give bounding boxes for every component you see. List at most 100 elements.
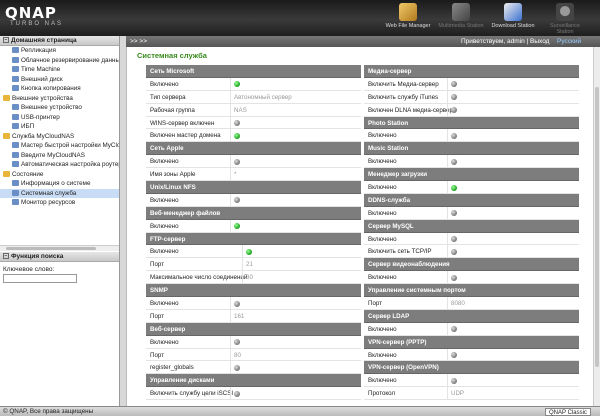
horizontal-scrollbar[interactable] [0,245,119,251]
setting-value: 8080 [451,300,465,308]
setting-row: Порт 8080 [364,297,579,310]
surveillance-station-button[interactable]: Surveillance Station [541,3,589,35]
router-icon [12,161,19,168]
printer-icon [12,113,19,120]
content-top-bar: >> >> Приветствуем, admin | Выход Русски… [126,36,600,47]
tree-item[interactable]: ИБП [0,122,119,132]
column-divider [230,387,231,400]
tree-item[interactable]: USB-принтер [0,113,119,123]
expand-arrows[interactable]: >> >> [130,36,147,47]
device-icon [12,104,19,111]
home-panel-title[interactable]: − Домашняя страница [0,36,119,46]
column-divider [242,258,243,271]
download-station-button[interactable]: Download Station [489,3,537,35]
multimedia-station-button[interactable]: Multimedia Station [437,3,485,35]
collapse-icon[interactable]: − [3,37,9,44]
column-divider [230,361,231,374]
app-label: Surveillance Station [550,23,580,35]
navigation-tree: Репликация Облачное резервирование данных… [0,46,119,251]
setting-row: Протокол UDP [364,387,579,401]
collapse-icon[interactable]: − [3,253,9,260]
tree-item[interactable]: Введите MyCloudNAS [0,151,119,161]
tree-item[interactable]: Информация о системе [0,179,119,189]
tree-item[interactable]: Кнопка копирования [0,84,119,94]
setting-label: Включить службу iTunes [368,93,439,101]
setting-row: Тип сервера Автономный сервер [146,90,361,104]
setting-row: Включить службу iTunes [364,90,579,104]
section-title: Медиа-сервер [368,68,412,75]
setting-label: Рабочая группа [150,106,195,114]
setting-row: Порт 80 [146,348,361,362]
tree-item[interactable]: Системная служба [0,188,119,198]
setting-value: 21 [246,261,253,269]
setting-label: Включено [368,274,397,282]
setting-label: Порт [368,300,383,308]
web-file-manager-button[interactable]: Web File Manager [384,3,432,35]
section-header: VPN-сервер (OpenVPN) [364,361,579,375]
tree-item[interactable]: Time Machine [0,65,119,75]
column-divider [447,297,448,309]
tree-item[interactable]: Монитор ресурсов [0,198,119,208]
setting-value: UDP [451,390,465,398]
column-divider [447,387,448,400]
services-left-column: Сеть Microsoft Включено Тип сервера Автоном… [146,65,361,401]
setting-row: Включено [364,155,579,169]
setting-value: * [234,171,237,179]
tree-item[interactable]: Облачное резервирование данных [0,56,119,66]
setting-row: Порт 21 [146,258,361,272]
status-disabled-icon [234,339,240,346]
column-divider [447,322,448,335]
tree-item-label: ИБП [21,123,35,130]
setting-row: Включено [146,193,361,207]
status-disabled-icon [451,274,457,281]
tree-item[interactable]: Мастер быстрой настройки MyClou [0,141,119,151]
column-divider [230,90,231,103]
greeting-logout[interactable]: Приветствуем, admin | Выход [461,36,549,47]
section-header: Music Station [364,142,579,156]
setting-row: Включить Медиа-сервер [364,77,579,91]
column-divider [230,219,231,232]
status-disabled-icon [451,132,457,139]
column-divider [230,297,231,309]
section-header: Сеть Apple [146,142,361,156]
setting-value: Автономный сервер [234,93,292,101]
tree-item[interactable]: Внешнее устройство [0,103,119,113]
setting-row: Порт 161 [146,309,361,323]
setting-label: Максимальное число соединений [150,274,248,282]
setting-row: Включено [146,155,361,169]
column-divider [447,77,448,90]
setting-row: Включено [146,297,361,310]
keyword-input[interactable] [3,274,77,283]
vertical-scrollbar[interactable] [593,47,600,406]
tree-item-label: Служба MyCloudNAS [12,132,75,140]
tree-item[interactable]: Служба MyCloudNAS [0,132,119,142]
tree-item[interactable]: Внешний диск [0,75,119,85]
tree-item[interactable]: Репликация [0,46,119,56]
status-enabled-icon [234,81,240,88]
status-disabled-icon [234,197,240,204]
tree-item[interactable]: Автоматическая настройка роутера [0,160,119,170]
setting-row: Включено [364,374,579,388]
theme-select[interactable]: QNAP Classic [545,408,591,416]
folder-icon [3,94,10,101]
setting-row: Включено [364,181,579,194]
section-title: Сеть Microsoft [150,68,195,75]
setting-label: Включено [150,80,179,88]
status-enabled-icon [234,223,240,230]
status-disabled-icon [451,210,457,217]
status-enabled-icon [234,132,240,139]
tree-item[interactable]: Внешние устройства [0,94,119,104]
setting-row: Рабочая группа NAS [146,103,361,117]
search-panel-title[interactable]: − Функция поиска [0,252,119,262]
tree-item-label: Кнопка копирования [21,85,81,92]
column-divider [447,103,448,116]
language-select[interactable]: Русский [557,36,581,47]
column-divider [230,77,231,90]
replication-icon [12,47,19,54]
column-divider [447,245,448,258]
tree-item[interactable]: Состояние [0,170,119,180]
status-disabled-icon [451,326,457,333]
column-divider [447,129,448,142]
section-header: Веб-сервер [146,322,361,336]
section-header: Сервер LDAP [364,309,579,323]
